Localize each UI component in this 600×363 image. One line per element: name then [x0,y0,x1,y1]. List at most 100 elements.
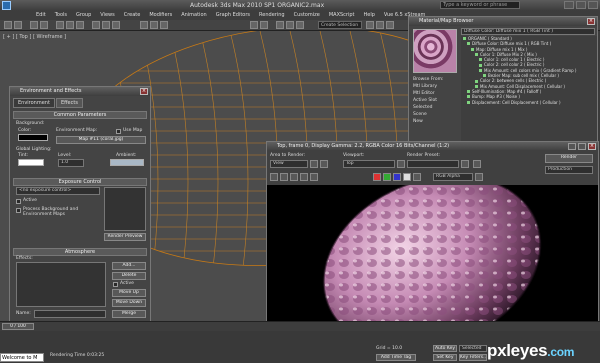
search-input[interactable]: Type a keyword or phrase [440,1,520,9]
production-dropdown[interactable]: Production [545,166,593,174]
select-by-name-icon[interactable] [66,21,74,29]
save-image-icon[interactable] [270,173,278,181]
merge-button[interactable]: Merge [112,310,146,318]
add-button[interactable]: Add... [112,262,146,270]
atmosphere-header[interactable]: Atmosphere [13,248,147,256]
browse-mtl-library[interactable]: Mtl Library [413,83,437,90]
redo-icon[interactable] [14,21,22,29]
material-editor-icon[interactable] [296,21,304,29]
minimize-button[interactable] [568,143,576,150]
tab-environment[interactable]: Environment [13,98,55,108]
browse-active-slot[interactable]: Active Slot [413,97,437,104]
menu-graph-editors[interactable]: Graph Editors [216,11,250,20]
snap-icon[interactable] [140,21,148,29]
minimize-button[interactable] [564,1,574,9]
move-down-button[interactable]: Move Down [112,299,146,307]
move-up-button[interactable]: Move Up [112,289,146,297]
menu-modifiers[interactable]: Modifiers [149,11,172,20]
move-icon[interactable] [92,21,100,29]
atmosphere-active-checkbox[interactable] [113,282,118,287]
curve-editor-icon[interactable] [286,21,294,29]
mirror-icon[interactable] [250,21,258,29]
background-color-swatch[interactable] [18,134,48,141]
area-to-render-dropdown[interactable]: View [270,160,308,168]
browse-scene[interactable]: Scene [413,111,437,118]
layer-icon[interactable] [276,21,284,29]
green-channel-toggle[interactable] [383,173,391,181]
select-icon[interactable] [56,21,64,29]
maximize-button[interactable] [576,1,586,9]
close-icon[interactable]: × [140,88,148,95]
edit-region-icon[interactable] [310,160,318,168]
link-icon[interactable] [30,21,38,29]
maxscript-listener[interactable]: Welcome to M [0,353,44,362]
menu-create[interactable]: Create [124,11,141,20]
common-parameters-header[interactable]: Common Parameters [13,111,147,119]
region-select-icon[interactable] [76,21,84,29]
tab-effects[interactable]: Effects [55,98,83,108]
active-checkbox[interactable] [16,199,21,204]
key-filters-button[interactable]: Key Filters... [459,354,487,361]
browse-mtl-editor[interactable]: Mtl Editor [413,90,437,97]
clone-frame-icon[interactable] [290,173,298,181]
use-map-checkbox[interactable] [116,129,121,134]
app-logo-icon[interactable] [2,1,11,10]
menu-maxscript[interactable]: MAXScript [329,11,355,20]
menu-views[interactable]: Views [100,11,114,20]
set-key-button[interactable]: Set Key [433,354,457,361]
close-icon[interactable]: × [587,18,595,25]
menu-animation[interactable]: Animation [181,11,207,20]
angle-snap-icon[interactable] [150,21,158,29]
tree-item[interactable]: Displacement: Cell Displacement ( Cellul… [461,100,597,105]
render-setup-icon[interactable] [461,160,469,168]
copy-image-icon[interactable] [280,173,288,181]
auto-region-icon[interactable] [320,160,328,168]
render-button[interactable]: Render [545,154,593,163]
blue-channel-toggle[interactable] [393,173,401,181]
name-field[interactable] [34,310,106,318]
selection-set-dropdown[interactable]: Create Selection [318,21,362,29]
environment-title-bar[interactable]: Environment and Effects × [10,87,150,96]
environment-icon[interactable] [473,160,481,168]
monochrome-icon[interactable] [413,173,421,181]
browse-selected[interactable]: Selected [413,104,437,111]
clear-icon[interactable] [310,173,318,181]
time-slider-thumb[interactable]: 0 / 100 [2,323,34,330]
rotate-icon[interactable] [102,21,110,29]
unlink-icon[interactable] [40,21,48,29]
delete-button[interactable]: Delete [112,272,146,280]
menu-group[interactable]: Group [76,11,91,20]
timeline-slider[interactable]: 0 / 100 [0,321,600,331]
auto-key-button[interactable]: Auto Key [433,345,457,352]
close-button[interactable] [588,1,598,9]
info-icon[interactable] [475,173,483,181]
process-bg-checkbox[interactable] [16,208,21,213]
print-icon[interactable] [300,173,308,181]
red-channel-toggle[interactable] [373,173,381,181]
selected-dropdown[interactable]: Selected [459,345,487,352]
exposure-control-header[interactable]: Exposure Control [13,178,147,186]
exposure-dropdown[interactable]: <no exposure control> [16,187,100,195]
menu-edit[interactable]: Edit [36,11,46,20]
effects-list[interactable] [16,262,106,307]
tint-color-swatch[interactable] [18,159,44,166]
render-frame-icon[interactable] [376,21,384,29]
render-window-title-bar[interactable]: Top, frame 0, Display Gamma: 2.2, RGBA C… [267,142,598,151]
close-icon[interactable]: × [588,143,596,150]
percent-snap-icon[interactable] [160,21,168,29]
alpha-channel-toggle[interactable] [403,173,411,181]
menu-help[interactable]: Help [364,11,375,20]
align-icon[interactable] [260,21,268,29]
render-setup-icon[interactable] [366,21,374,29]
channel-dropdown[interactable]: RGB Alpha [433,173,473,181]
material-preview-thumbnail[interactable] [413,29,457,73]
menu-tools[interactable]: Tools [55,11,67,20]
material-browser-title-bar[interactable]: Material/Map Browser × [409,17,597,26]
viewport-label[interactable]: [ + ] [ Top ] [ Wireframe ] [3,34,66,40]
environment-map-button[interactable]: Map #11 (coral.jpg) [56,136,146,144]
level-spinner[interactable]: 1.0 [58,159,84,167]
lock-icon[interactable] [397,160,405,168]
browse-new[interactable]: New [413,118,437,125]
maximize-button[interactable] [578,143,586,150]
quick-render-icon[interactable] [386,21,394,29]
